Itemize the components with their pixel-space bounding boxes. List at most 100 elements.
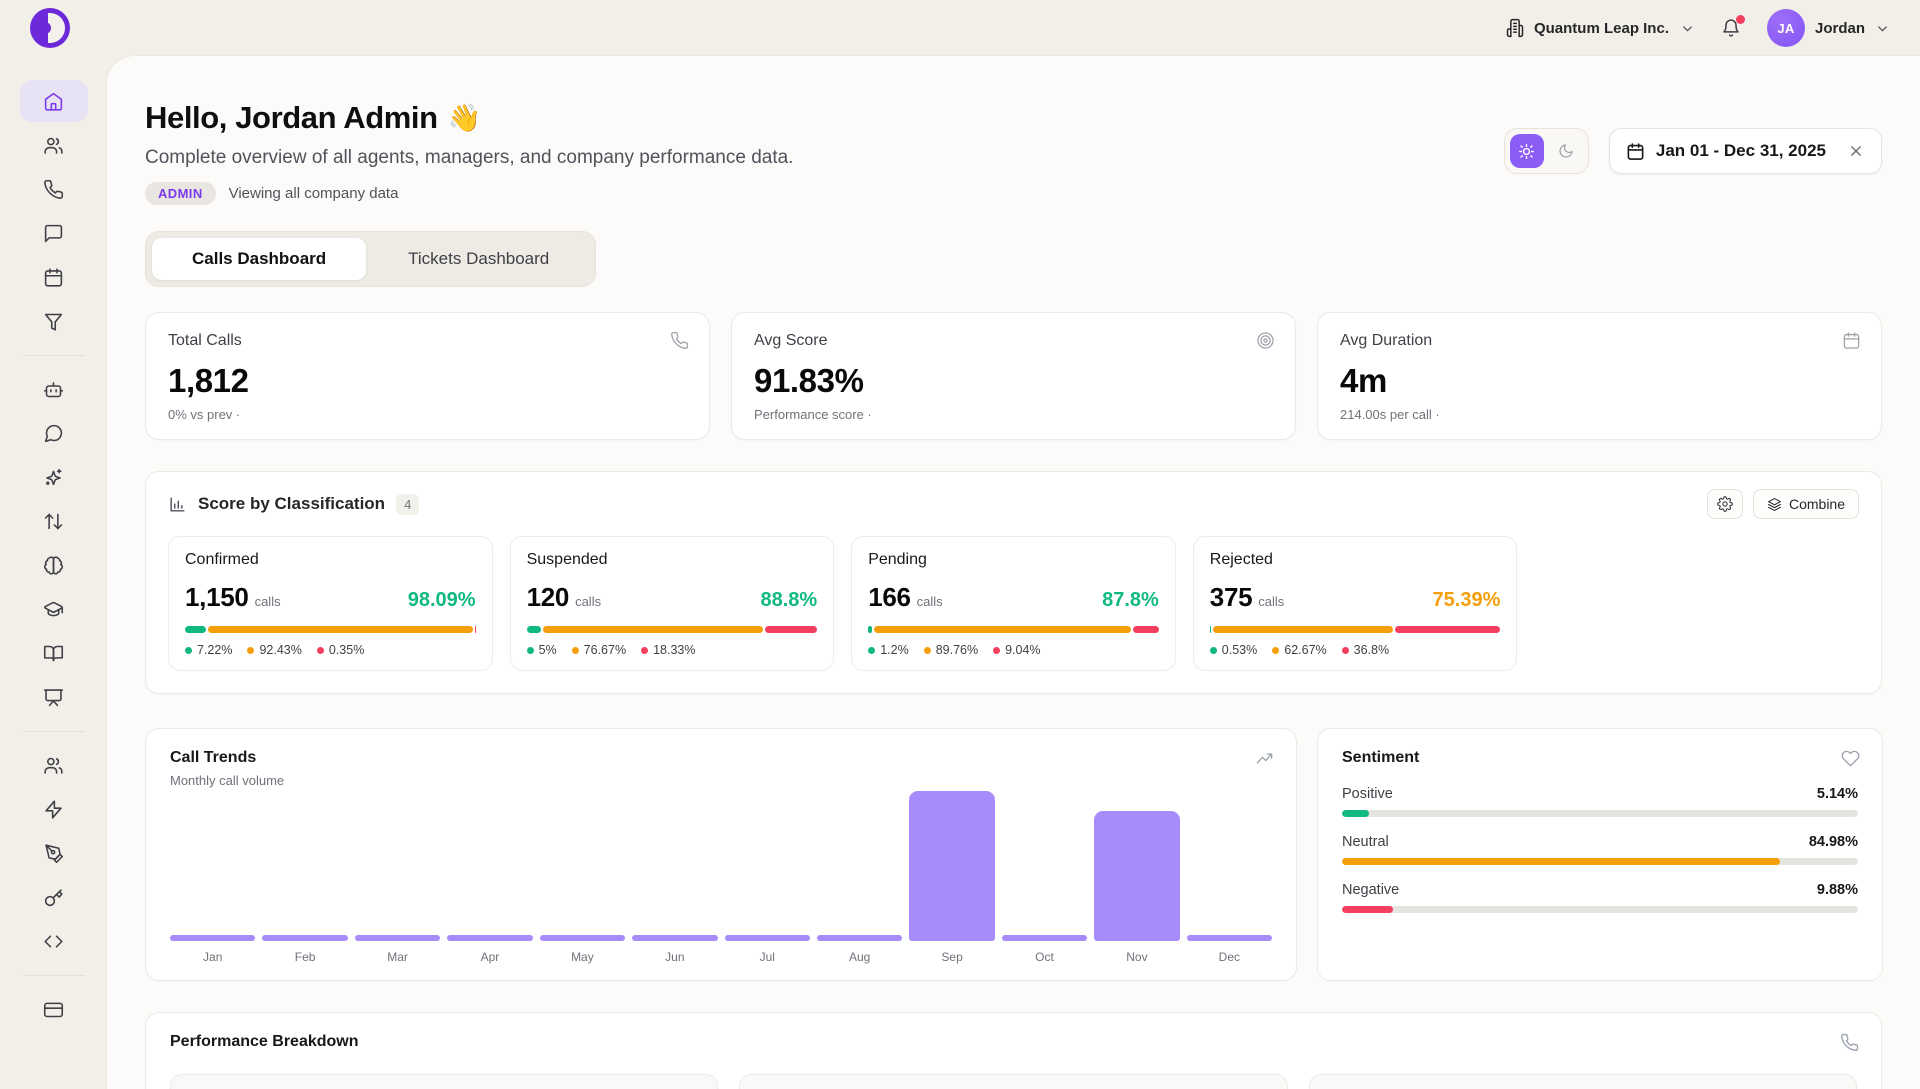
sidebar-item-arrow-up-down[interactable] bbox=[20, 500, 88, 542]
stat-title: Total Calls bbox=[168, 332, 687, 350]
sidebar-item-message-square[interactable] bbox=[20, 212, 88, 254]
bar-sep bbox=[909, 791, 994, 941]
sentiment-fill bbox=[1342, 858, 1780, 865]
role-badge: ADMIN bbox=[145, 182, 216, 205]
theme-light-button[interactable] bbox=[1510, 134, 1544, 168]
legend-dot bbox=[247, 647, 254, 654]
legend-item: 92.43% bbox=[247, 643, 301, 657]
classification-calls: 375 bbox=[1210, 582, 1252, 613]
sidebar-item-phone[interactable] bbox=[20, 168, 88, 210]
sentiment-track bbox=[1342, 906, 1858, 913]
classification-calls: 120 bbox=[527, 582, 569, 613]
bar-segment bbox=[1213, 626, 1393, 633]
bar-segment bbox=[765, 626, 818, 633]
stat-title: Avg Score bbox=[754, 332, 1273, 350]
stat-value: 4m bbox=[1340, 362, 1859, 400]
sidebar-item-calendar[interactable] bbox=[20, 256, 88, 298]
sidebar-item-graduation-cap[interactable] bbox=[20, 588, 88, 630]
legend-dot bbox=[1342, 647, 1349, 654]
sidebar-item-home[interactable] bbox=[20, 80, 88, 122]
sentiment-track bbox=[1342, 810, 1858, 817]
message-square-icon bbox=[43, 223, 64, 244]
bar-may bbox=[540, 935, 625, 941]
month-label: Mar bbox=[355, 950, 440, 964]
role-note: Viewing all company data bbox=[229, 185, 399, 202]
charts-row: Call Trends Monthly call volume JanFebMa… bbox=[145, 728, 1882, 981]
theme-dark-button[interactable] bbox=[1549, 134, 1583, 168]
graduation-cap-icon bbox=[43, 599, 64, 620]
bar-dec bbox=[1187, 935, 1272, 941]
sidebar-item-sparkles[interactable] bbox=[20, 456, 88, 498]
presentation-icon bbox=[43, 687, 64, 708]
phone-icon bbox=[1840, 1033, 1859, 1052]
clear-date-button[interactable] bbox=[1847, 142, 1865, 160]
sidebar-item-book-open[interactable] bbox=[20, 632, 88, 674]
building-icon bbox=[1505, 18, 1525, 38]
credit-card-icon bbox=[43, 999, 64, 1020]
sidebar-item-brain[interactable] bbox=[20, 544, 88, 586]
notifications-button[interactable] bbox=[1721, 18, 1741, 38]
classification-score: 87.8% bbox=[1102, 589, 1159, 612]
score-by-classification-card: Score by Classification 4 Combine Confir… bbox=[145, 471, 1882, 694]
sidebar-item-bot[interactable] bbox=[20, 368, 88, 410]
header-controls: Jan 01 - Dec 31, 2025 bbox=[1504, 128, 1882, 174]
bar-segment bbox=[527, 626, 541, 633]
classification-header: Score by Classification 4 Combine bbox=[168, 489, 1859, 519]
sidebar-item-presentation[interactable] bbox=[20, 676, 88, 718]
sidebar-item-users[interactable] bbox=[20, 744, 88, 786]
stat-value: 91.83% bbox=[754, 362, 1273, 400]
stats-row: Total Calls1,8120% vs prev ·Avg Score91.… bbox=[145, 312, 1882, 440]
bar-segment bbox=[543, 626, 763, 633]
classification-score: 98.09% bbox=[408, 589, 476, 612]
heart-icon bbox=[1841, 749, 1860, 768]
dashboard-tabs: Calls Dashboard Tickets Dashboard bbox=[145, 231, 596, 287]
sidebar-item-message-circle[interactable] bbox=[20, 412, 88, 454]
sidebar-item-zap[interactable] bbox=[20, 788, 88, 830]
legend-item: 5% bbox=[527, 643, 557, 657]
breakdown-card-total-calls: Total Calls bbox=[170, 1074, 718, 1089]
bar-nov bbox=[1094, 811, 1179, 941]
sentiment-fill bbox=[1342, 906, 1393, 913]
bar-jan bbox=[170, 935, 255, 941]
notification-dot bbox=[1736, 15, 1745, 24]
tab-calls-dashboard[interactable]: Calls Dashboard bbox=[152, 238, 366, 280]
calendar-icon bbox=[1842, 331, 1861, 350]
target-icon bbox=[1256, 331, 1275, 350]
filter-icon bbox=[43, 311, 64, 332]
sidebar-item-users[interactable] bbox=[20, 124, 88, 166]
legend-item: 1.2% bbox=[868, 643, 909, 657]
sidebar-item-pen-tool[interactable] bbox=[20, 832, 88, 874]
sidebar-item-filter[interactable] bbox=[20, 300, 88, 342]
page-title: Hello, Jordan Admin 👋 bbox=[145, 100, 793, 136]
call-trends-card: Call Trends Monthly call volume JanFebMa… bbox=[145, 728, 1297, 981]
classification-calls: 1,150 bbox=[185, 582, 249, 613]
bar-mar bbox=[355, 935, 440, 941]
legend-dot bbox=[527, 647, 534, 654]
topbar: Quantum Leap Inc. JA Jordan bbox=[0, 0, 1920, 56]
tab-tickets-dashboard[interactable]: Tickets Dashboard bbox=[368, 238, 589, 280]
bar-jul bbox=[725, 935, 810, 941]
classification-card-rejected: Rejected375calls75.39%0.53%62.67%36.8% bbox=[1193, 536, 1518, 671]
classification-unit: calls bbox=[1258, 594, 1284, 609]
sidebar-item-key[interactable] bbox=[20, 876, 88, 918]
combine-button[interactable]: Combine bbox=[1753, 489, 1859, 519]
bar-segment bbox=[208, 626, 473, 633]
legend-dot bbox=[924, 647, 931, 654]
sidebar-item-credit-card[interactable] bbox=[20, 988, 88, 1030]
sun-icon bbox=[1518, 143, 1535, 160]
stat-card-avg-score: Avg Score91.83%Performance score · bbox=[731, 312, 1296, 440]
classification-legend: 0.53%62.67%36.8% bbox=[1210, 643, 1501, 657]
app-logo[interactable] bbox=[30, 8, 70, 48]
date-range-picker[interactable]: Jan 01 - Dec 31, 2025 bbox=[1609, 128, 1882, 174]
sidebar-item-code[interactable] bbox=[20, 920, 88, 962]
legend-item: 36.8% bbox=[1342, 643, 1389, 657]
sentiment-title: Sentiment bbox=[1342, 749, 1858, 767]
theme-toggle bbox=[1504, 128, 1589, 174]
org-switcher[interactable]: Quantum Leap Inc. bbox=[1505, 18, 1695, 38]
call-trends-bars bbox=[170, 791, 1272, 941]
bar-apr bbox=[447, 935, 532, 941]
settings-button[interactable] bbox=[1707, 489, 1743, 519]
sidebar-divider bbox=[23, 355, 85, 356]
user-menu[interactable]: JA Jordan bbox=[1767, 9, 1890, 47]
classification-name: Suspended bbox=[527, 551, 818, 569]
